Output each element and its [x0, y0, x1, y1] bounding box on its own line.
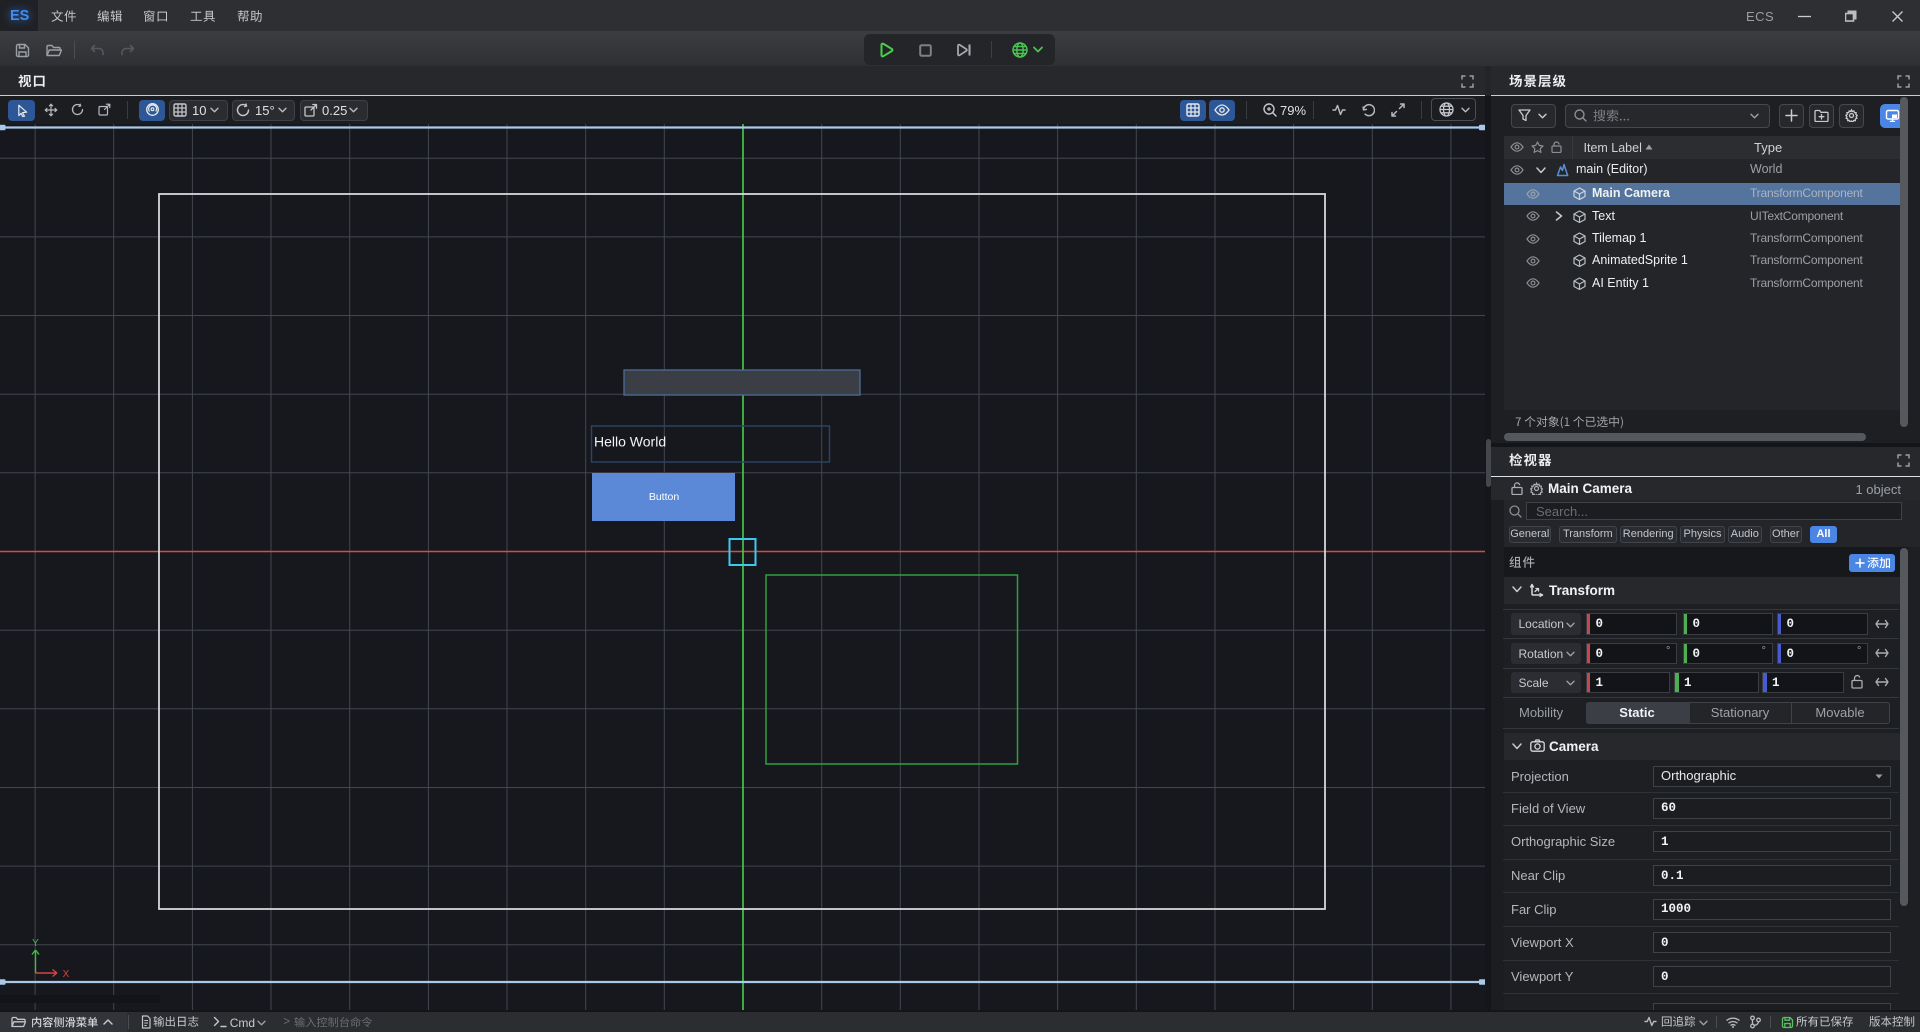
svg-text:Button: Button: [649, 491, 680, 503]
svg-text:X: X: [63, 969, 70, 980]
svg-text:Hello World: Hello World: [594, 434, 666, 450]
svg-text:Y: Y: [32, 938, 39, 949]
